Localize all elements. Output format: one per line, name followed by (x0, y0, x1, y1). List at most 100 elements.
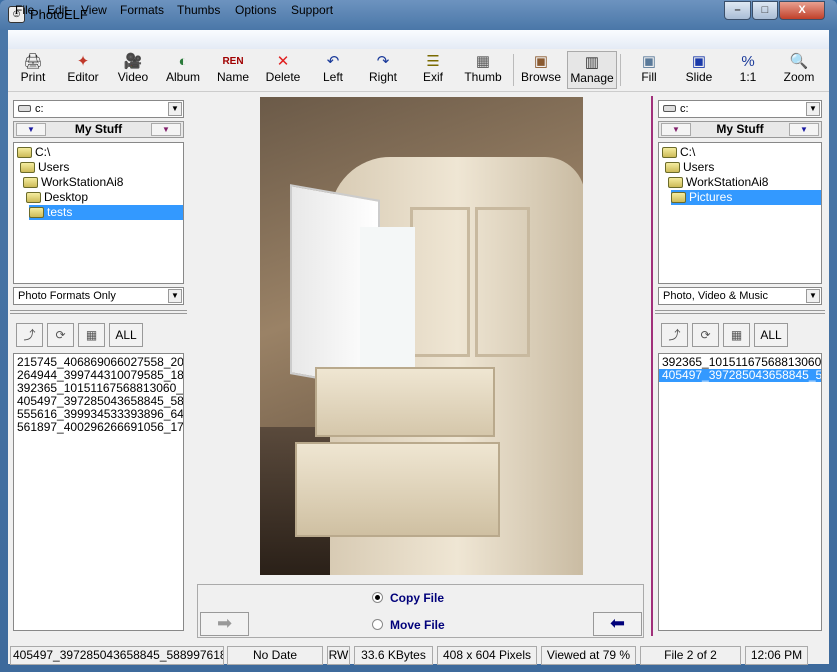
toolbar-browse-button[interactable]: ▣ Browse (516, 51, 566, 89)
photo-preview[interactable] (260, 97, 583, 575)
toolbar-slide-button[interactable]: ▣ Slide (674, 51, 724, 89)
right-filter-select[interactable]: Photo, Video & Music ▼ (658, 287, 822, 305)
folder-node[interactable]: Users (665, 160, 714, 175)
toolbar-label: Exif (422, 70, 443, 84)
folder-icon (20, 162, 35, 173)
thumbnail-grid-icon: ▦ (85, 328, 98, 342)
photo-panel (410, 207, 470, 357)
folder-node[interactable]: Users (20, 160, 69, 175)
toolbar-name-button[interactable]: REN Name (208, 51, 258, 89)
move-file-label[interactable]: Move File (390, 618, 445, 632)
move-file-radio[interactable] (372, 619, 383, 630)
file-item[interactable]: 561897_400296266691056_17716 (14, 421, 183, 434)
copy-right-button[interactable]: ➡ (200, 612, 249, 636)
minimize-button[interactable]: – (724, 1, 751, 20)
left-filter-select[interactable]: Photo Formats Only ▼ (13, 287, 184, 305)
refresh-button[interactable]: ⟳ (692, 323, 719, 347)
toolbar-left-button[interactable]: ↶ Left (308, 51, 358, 89)
right-file-list[interactable]: 392365_10151167568813060_7 405497_3972850… (658, 353, 822, 631)
toolbar-label: Name (216, 70, 249, 84)
video-camera-icon: 🎥 (123, 53, 143, 70)
splitter[interactable] (10, 310, 187, 314)
folder-name: WorkStationAi8 (41, 175, 124, 189)
folder-icon (29, 207, 44, 218)
folder-up-button[interactable]: ⤴ (16, 323, 43, 347)
thumbnails-icon: ▦ (475, 53, 491, 70)
file-item[interactable]: 405497_397285043658845_588 (659, 369, 821, 382)
toolbar-right-button[interactable]: ↷ Right (358, 51, 408, 89)
folder-node[interactable]: C:\ (662, 145, 695, 160)
actual-size-icon: % (741, 53, 755, 70)
menu-thumbs[interactable]: Thumbs (177, 3, 220, 17)
toolbar-zoom-button[interactable]: 🔍 Zoom (774, 51, 824, 89)
toolbar-label: Zoom (783, 70, 815, 84)
toolbar-print-button[interactable]: 🖨 Print (8, 51, 58, 89)
splitter[interactable] (655, 310, 825, 314)
copy-file-label[interactable]: Copy File (390, 591, 444, 605)
favorites-dropdown-icon[interactable]: ▼ (16, 123, 46, 136)
toolbar-label: Print (20, 70, 46, 84)
folder-icon (23, 177, 38, 188)
delete-x-icon: ✕ (276, 53, 290, 70)
toolbar-fill-button[interactable]: ▣ Fill (624, 51, 674, 89)
toolbar-exif-button[interactable]: ☰ Exif (408, 51, 458, 89)
toolbar-thumb-button[interactable]: ▦ Thumb (458, 51, 508, 89)
drive-icon (18, 105, 31, 112)
close-button[interactable]: X (779, 1, 825, 20)
left-folder-tree[interactable]: C:\ Users WorkStationAi8 Desktop tests (13, 142, 184, 284)
folder-up-button[interactable]: ⤴ (661, 323, 688, 347)
right-drive-select[interactable]: c: ▼ (658, 100, 822, 118)
toolbar-editor-button[interactable]: ✦ Editor (58, 51, 108, 89)
menu-support[interactable]: Support (291, 3, 333, 17)
thumbnail-grid-button[interactable]: ▦ (78, 323, 105, 347)
chevron-down-icon[interactable]: ▼ (806, 102, 820, 116)
photo-drawer (315, 367, 495, 437)
toolbar-1-to-1-button[interactable]: % 1:1 (723, 51, 773, 89)
menu-edit[interactable]: Edit (47, 3, 68, 17)
toolbar-separator (513, 54, 514, 86)
refresh-button[interactable]: ⟳ (47, 323, 74, 347)
select-all-button[interactable]: ALL (109, 323, 143, 347)
toolbar-manage-button[interactable]: ▥ Manage (567, 51, 617, 89)
copy-left-button[interactable]: ⬅ (593, 612, 642, 636)
toolbar-album-button[interactable]: ◐ Album (158, 51, 208, 89)
chevron-down-icon[interactable]: ▼ (168, 289, 182, 303)
toolbar-label: Fill (641, 70, 657, 84)
menu-options[interactable]: Options (235, 3, 276, 17)
folder-name: WorkStationAi8 (686, 175, 769, 189)
folder-name: C:\ (680, 145, 696, 159)
menu-formats[interactable]: Formats (120, 3, 164, 17)
status-field-6: File 2 of 2 (640, 646, 741, 665)
menu-file[interactable]: File (15, 3, 34, 17)
left-drive-select[interactable]: c: ▼ (13, 100, 184, 118)
drive-icon (663, 105, 676, 112)
chevron-down-icon[interactable]: ▼ (806, 289, 820, 303)
folder-up-icon: ⤴ (668, 328, 681, 342)
select-all-button[interactable]: ALL (754, 323, 788, 347)
copy-file-radio[interactable] (372, 592, 383, 603)
toolbar-video-button[interactable]: 🎥 Video (108, 51, 158, 89)
favorites-add-icon[interactable]: ▼ (151, 123, 181, 136)
folder-node[interactable]: C:\ (17, 145, 50, 160)
folder-node[interactable]: Desktop (26, 190, 88, 205)
toolbar-label: Right (368, 70, 397, 84)
right-folder-tree[interactable]: C:\ Users WorkStationAi8 Pictures (658, 142, 822, 284)
folder-up-icon: ⤴ (23, 328, 36, 342)
toolbar-delete-button[interactable]: ✕ Delete (258, 51, 308, 89)
chevron-down-icon[interactable]: ▼ (168, 102, 182, 116)
left-file-list[interactable]: 215745_406869066027558_20826264944_39974… (13, 353, 184, 631)
folder-icon (668, 177, 683, 188)
slideshow-icon: ▣ (691, 53, 707, 70)
folder-node[interactable]: Pictures (671, 190, 821, 205)
drive-label: c: (35, 103, 44, 115)
folder-node[interactable]: WorkStationAi8 (668, 175, 768, 190)
folder-node[interactable]: WorkStationAi8 (23, 175, 123, 190)
menu-view[interactable]: View (81, 3, 107, 17)
arrow-right-icon: ➡ (216, 613, 233, 633)
favorites-dropdown-icon[interactable]: ▼ (661, 123, 691, 136)
maximize-button[interactable]: □ (752, 1, 778, 20)
folder-node[interactable]: tests (29, 205, 183, 220)
photo-panel (475, 207, 530, 357)
thumbnail-grid-button[interactable]: ▦ (723, 323, 750, 347)
favorites-add-icon[interactable]: ▼ (789, 123, 819, 136)
